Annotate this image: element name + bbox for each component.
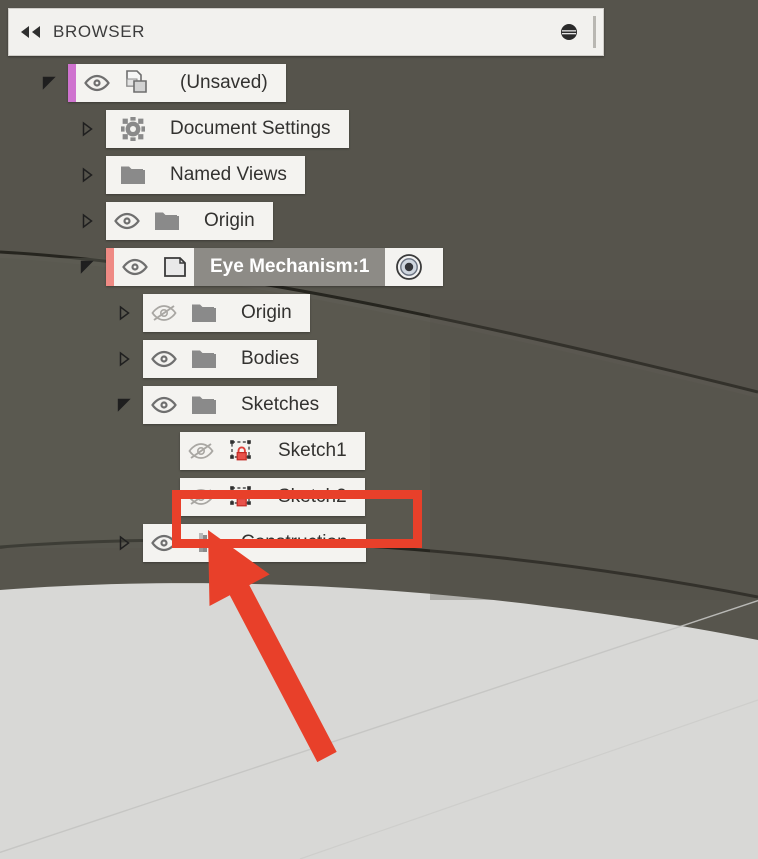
- sketch-locked-icon: [230, 486, 251, 507]
- activate-target-icon: [396, 254, 423, 280]
- row-marker-unsaved: [68, 64, 76, 102]
- tree-item-sketch1[interactable]: Sketch1: [180, 432, 365, 470]
- component-icon: [164, 257, 186, 277]
- tree-item-label-sketches: Sketches: [241, 394, 320, 415]
- row-marker-eye-mechanism: [106, 248, 114, 286]
- assembly-document-icon: [126, 70, 147, 93]
- folder-icon: [192, 350, 216, 368]
- item-icon-sketch1: [222, 432, 260, 470]
- visibility-toggle-construction[interactable]: [143, 524, 185, 562]
- tree-item-origin-root[interactable]: Origin: [106, 202, 273, 240]
- tree-item-sketch2[interactable]: Sketch2: [180, 478, 365, 516]
- tree-item-sketches[interactable]: Sketches: [143, 386, 338, 424]
- tree-item-label-construction: Construction: [241, 532, 348, 553]
- eye-visible-icon: [84, 74, 110, 92]
- twist-construction[interactable]: [111, 524, 137, 562]
- twist-expanded-icon: [117, 398, 131, 412]
- panel-title: BROWSER: [53, 22, 146, 41]
- eye-hidden-icon: [151, 305, 177, 321]
- eye-hidden-icon: [188, 443, 214, 459]
- twist-collapsed-icon: [119, 351, 130, 367]
- panel-grip[interactable]: [587, 16, 603, 48]
- eye-visible-icon: [114, 212, 140, 230]
- panel-menu-button[interactable]: [551, 23, 587, 41]
- visibility-toggle-origin-sub[interactable]: [143, 294, 185, 332]
- twist-collapsed-icon: [82, 167, 93, 183]
- activate-component-button[interactable]: [389, 248, 429, 286]
- item-icon-unsaved: [118, 64, 156, 102]
- item-icon-sketch2: [222, 478, 260, 516]
- panel-grip-icon: [593, 16, 596, 48]
- tree-item-label-document-settings: Document Settings: [170, 118, 331, 139]
- tree-item-origin-sub[interactable]: Origin: [143, 294, 310, 332]
- eye-visible-icon: [151, 534, 177, 552]
- tree-item-label-origin-sub: Origin: [241, 302, 292, 323]
- visibility-toggle-unsaved[interactable]: [76, 64, 118, 102]
- twist-origin-root[interactable]: [74, 202, 100, 240]
- folder-icon: [121, 166, 145, 184]
- collapse-panel-button[interactable]: [9, 9, 53, 55]
- tree-item-label-named-views: Named Views: [170, 164, 287, 185]
- eye-hidden-icon: [188, 489, 214, 505]
- folder-icon: [192, 304, 216, 322]
- item-icon-eye-mechanism: [156, 248, 194, 286]
- item-icon-sketches: [185, 386, 223, 424]
- tree-item-label-sketch2: Sketch2: [278, 486, 347, 507]
- visibility-toggle-eye-mechanism[interactable]: [114, 248, 156, 286]
- screenshot-root: BROWSER (Unsaved) Document Settings Named …: [0, 0, 758, 859]
- twist-eye-mechanism[interactable]: [74, 248, 100, 286]
- visibility-toggle-sketch1[interactable]: [180, 432, 222, 470]
- folder-icon: [192, 396, 216, 414]
- tree-item-label-origin-root: Origin: [204, 210, 255, 231]
- item-icon-origin-sub: [185, 294, 223, 332]
- visibility-toggle-document-settings: [106, 110, 114, 148]
- eye-visible-icon: [151, 396, 177, 414]
- item-icon-named-views: [114, 156, 152, 194]
- item-icon-construction: [185, 524, 223, 562]
- item-icon-document-settings: [114, 110, 152, 148]
- tree-item-document-settings[interactable]: Document Settings: [106, 110, 349, 148]
- tree-item-unsaved[interactable]: (Unsaved): [68, 64, 286, 102]
- gear-icon: [121, 117, 145, 141]
- tree-item-label-unsaved: (Unsaved): [180, 72, 268, 93]
- twist-collapsed-icon: [82, 213, 93, 229]
- twist-expanded-icon: [80, 260, 94, 274]
- twist-collapsed-icon: [119, 535, 130, 551]
- twist-origin-sub[interactable]: [111, 294, 137, 332]
- twist-document-settings[interactable]: [74, 110, 100, 148]
- browser-panel-header: BROWSER: [8, 8, 604, 56]
- twist-sketch2: [148, 478, 174, 516]
- tree-item-named-views[interactable]: Named Views: [106, 156, 305, 194]
- item-icon-bodies: [185, 340, 223, 378]
- tree-item-bodies[interactable]: Bodies: [143, 340, 318, 378]
- panel-menu-icon: [561, 24, 577, 40]
- folder-icon: [155, 212, 179, 230]
- sketch-locked-icon: [230, 440, 251, 461]
- double-chevron-left-icon: [21, 26, 40, 38]
- tree-item-construction[interactable]: Construction: [143, 524, 366, 562]
- twist-collapsed-icon: [119, 305, 130, 321]
- tree-item-label-bodies: Bodies: [241, 348, 300, 369]
- visibility-toggle-bodies[interactable]: [143, 340, 185, 378]
- eye-visible-icon: [151, 350, 177, 368]
- twist-sketches[interactable]: [111, 386, 137, 424]
- twist-bodies[interactable]: [111, 340, 137, 378]
- visibility-toggle-named-views: [106, 156, 114, 194]
- tree-item-label-eye-mechanism: Eye Mechanism:1: [194, 248, 386, 286]
- construction-plane-icon: [199, 533, 207, 552]
- twist-sketch1: [148, 432, 174, 470]
- item-icon-origin-root: [148, 202, 186, 240]
- twist-collapsed-icon: [82, 121, 93, 137]
- visibility-toggle-sketch2[interactable]: [180, 478, 222, 516]
- twist-named-views[interactable]: [74, 156, 100, 194]
- tree-item-label-sketch1: Sketch1: [278, 440, 347, 461]
- visibility-toggle-origin-root[interactable]: [106, 202, 148, 240]
- visibility-toggle-sketches[interactable]: [143, 386, 185, 424]
- tree-item-eye-mechanism[interactable]: Eye Mechanism:1: [106, 248, 444, 286]
- twist-unsaved[interactable]: [36, 64, 62, 102]
- twist-expanded-icon: [42, 76, 56, 90]
- eye-visible-icon: [122, 258, 148, 276]
